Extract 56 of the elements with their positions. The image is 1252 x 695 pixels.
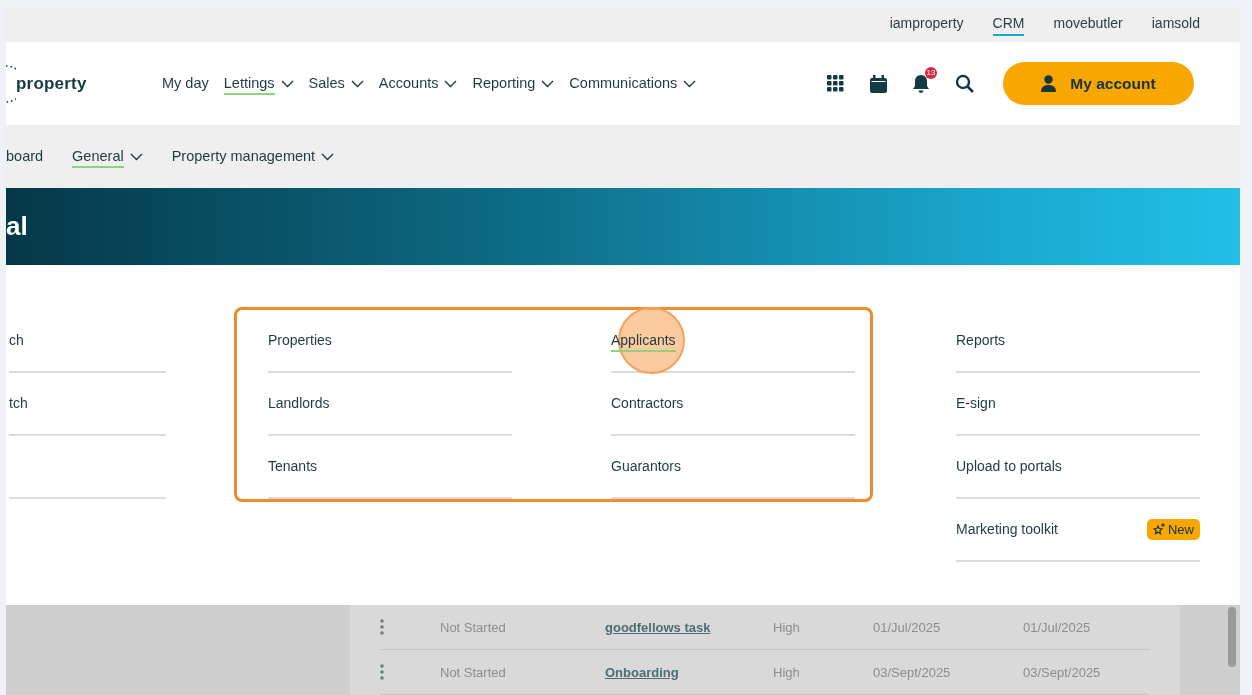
menu-link[interactable]: Marketing toolkit	[956, 518, 1058, 541]
page-title: al	[6, 211, 28, 243]
apps-grid-icon[interactable]	[824, 72, 846, 95]
priority-text: High	[773, 619, 801, 635]
priority-text: High	[773, 664, 801, 680]
chevron-down-icon	[129, 152, 143, 161]
sparkle-star-icon	[1153, 523, 1166, 537]
product-link[interactable]: CRM	[992, 12, 1025, 37]
chevron-down-icon	[683, 79, 697, 88]
notification-badge: 13	[925, 66, 937, 79]
menu-link[interactable]: Landlords	[268, 392, 330, 415]
chevron-down-icon	[350, 79, 364, 88]
date-text: 01/Jul/2025	[1023, 619, 1092, 635]
menu-link[interactable]: Tenants	[268, 455, 318, 478]
account-button[interactable]: My account	[1003, 62, 1194, 106]
date-text: 03/Sept/2025	[1023, 664, 1102, 680]
date-text: 01/Jul/2025	[873, 619, 942, 635]
product-link[interactable]: iamproperty	[889, 12, 964, 37]
scrollbar[interactable]	[1228, 607, 1236, 667]
status-text: Not Started	[440, 619, 507, 635]
menu-link[interactable]: tch	[9, 392, 28, 415]
menu-link[interactable]: Properties	[268, 329, 332, 352]
nav-link[interactable]: Reporting	[472, 72, 555, 95]
more-vertical-icon	[380, 619, 384, 635]
nav-link[interactable]: My day	[162, 72, 209, 95]
product-link[interactable]: movebutler	[1053, 12, 1123, 37]
date-text: 03/Sept/2025	[873, 664, 952, 680]
menu-link[interactable]: Guarantors	[611, 455, 682, 478]
menu-link[interactable]: E-sign	[956, 392, 996, 415]
nav-link[interactable]: Communications	[569, 72, 697, 95]
calendar-icon[interactable]	[867, 72, 889, 95]
logo-arc-icon	[6, 63, 16, 104]
nav-link[interactable]: Lettings	[223, 72, 294, 95]
menu-link[interactable]: Contractors	[611, 392, 684, 415]
product-link[interactable]: iamsold	[1151, 12, 1200, 37]
nav-link[interactable]: Sales	[308, 72, 364, 95]
nav-link[interactable]: board	[6, 145, 44, 168]
search-icon[interactable]	[953, 72, 975, 95]
task-link[interactable]: goodfellows task	[605, 619, 773, 635]
new-badge: New	[1147, 519, 1200, 541]
status-text: Not Started	[440, 664, 507, 680]
task-link[interactable]: Onboarding	[605, 664, 773, 680]
logo-text: property	[16, 73, 87, 94]
menu-link[interactable]: Upload to portals	[956, 455, 1062, 478]
user-icon	[1041, 75, 1057, 93]
nav-link[interactable]: Accounts	[378, 72, 458, 95]
nav-link[interactable]: General	[72, 145, 143, 168]
chevron-down-icon	[541, 79, 555, 88]
chevron-down-icon	[280, 79, 294, 88]
menu-link[interactable]: Applicants	[611, 329, 676, 352]
more-vertical-icon	[380, 664, 384, 680]
chevron-down-icon	[444, 79, 458, 88]
menu-link[interactable]: Reports	[956, 329, 1006, 352]
menu-link[interactable]: ch	[9, 329, 24, 352]
nav-link[interactable]: Property management	[171, 145, 335, 168]
chevron-down-icon	[321, 152, 335, 161]
